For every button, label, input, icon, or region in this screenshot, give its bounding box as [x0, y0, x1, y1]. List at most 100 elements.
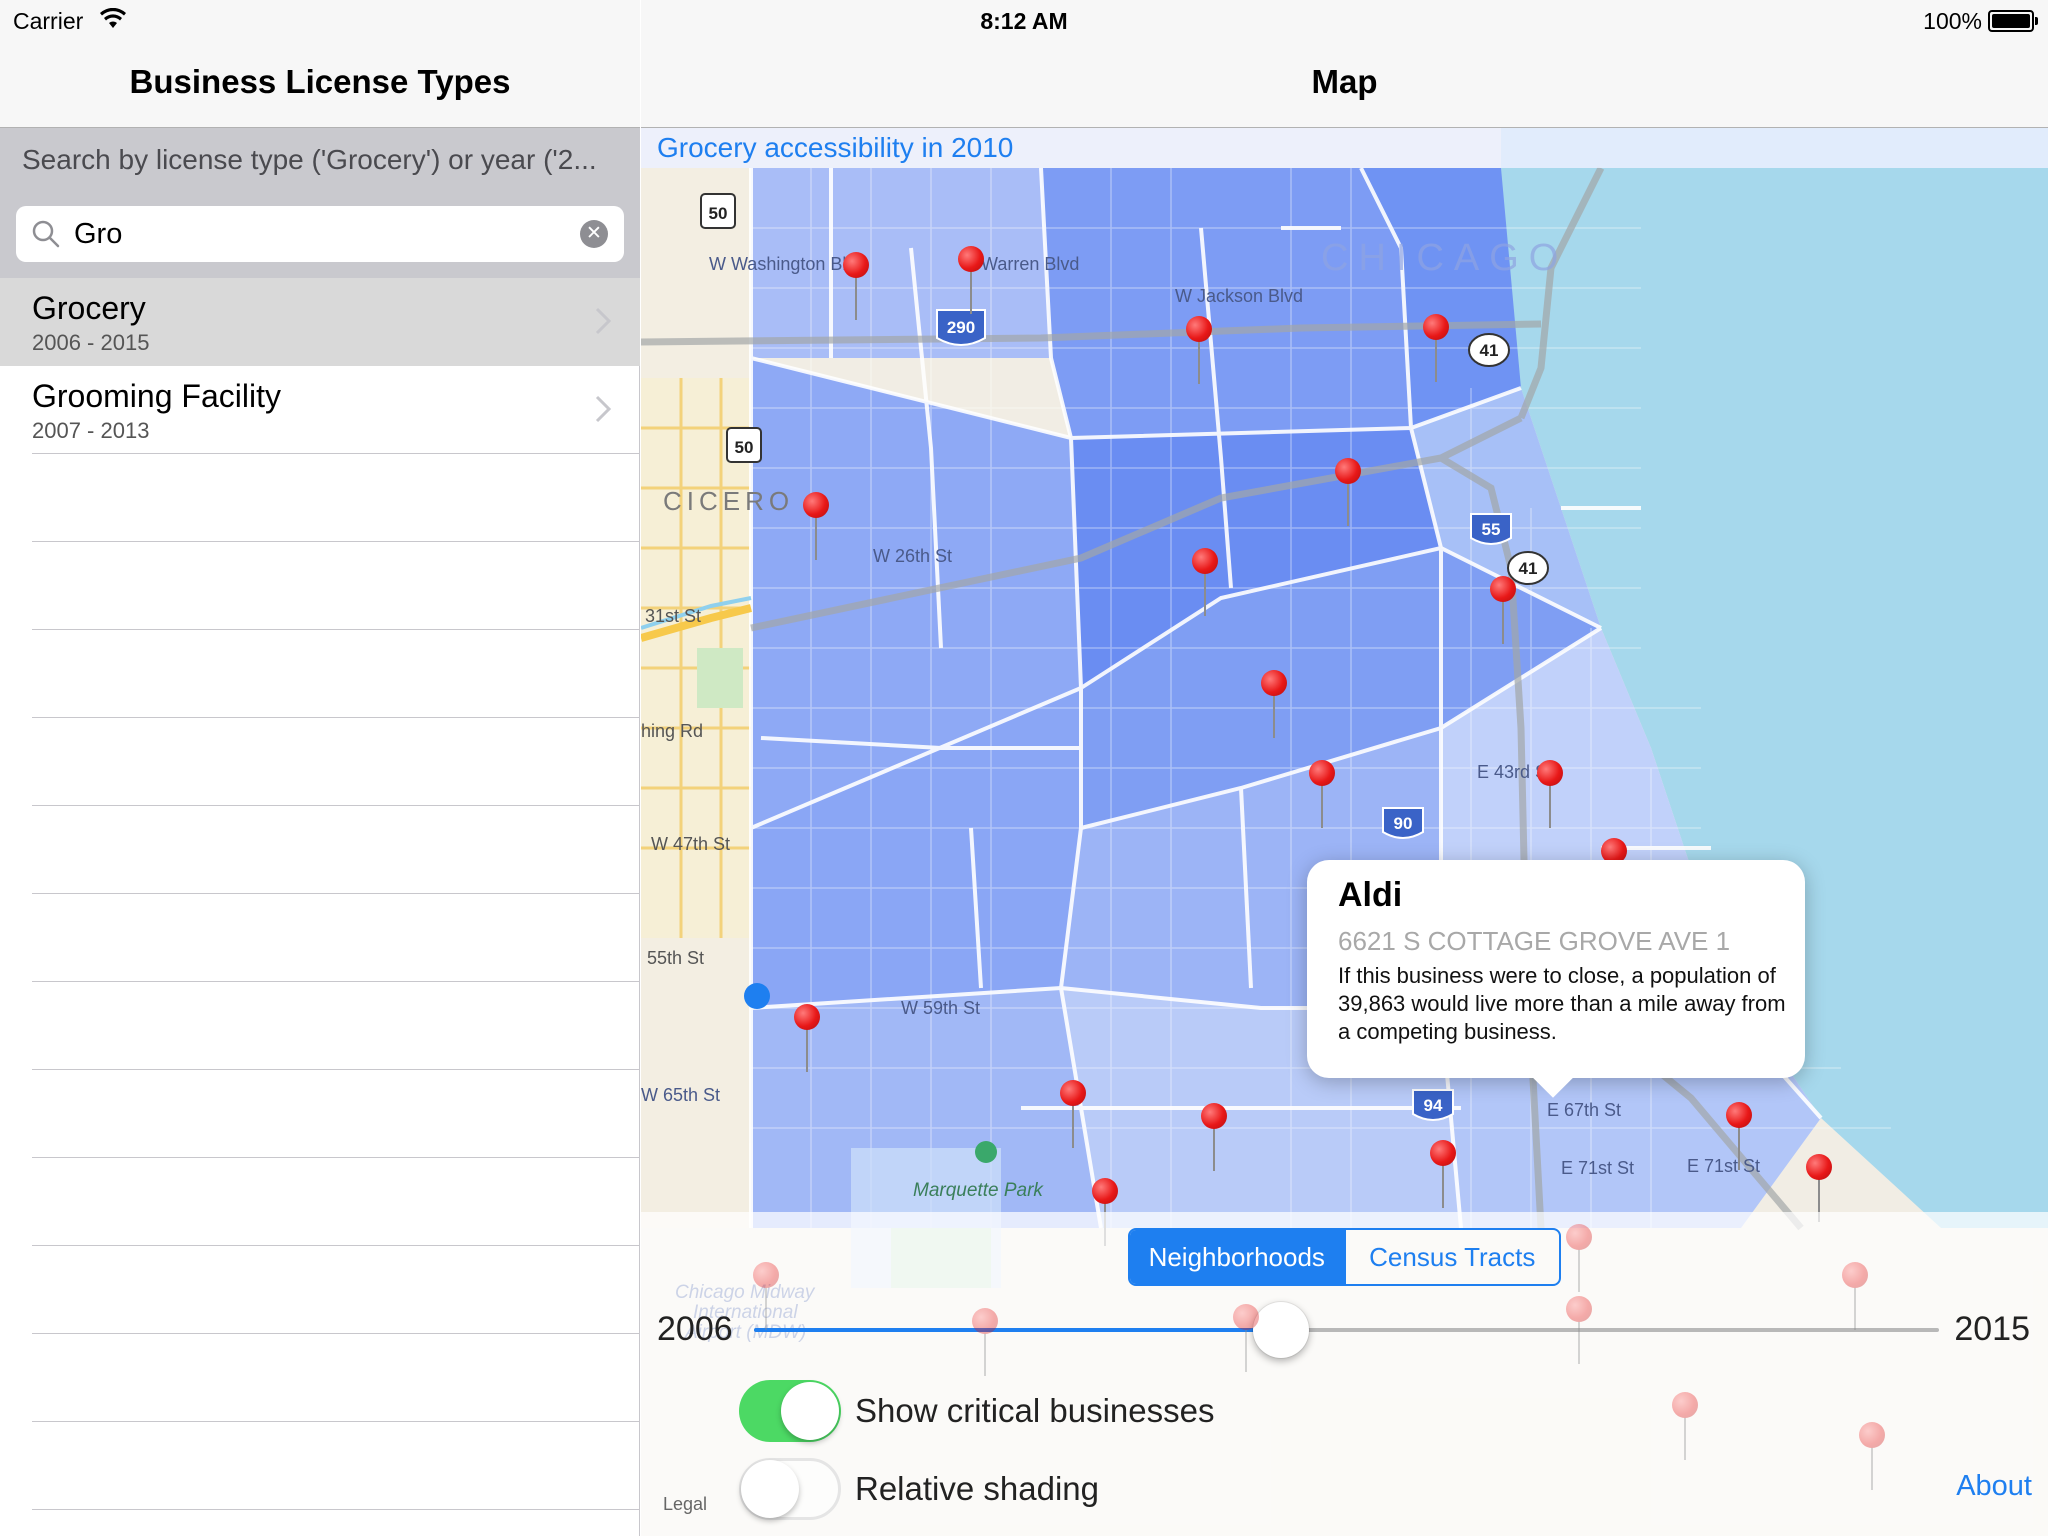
svg-text:41: 41 [1480, 341, 1499, 360]
business-pin[interactable] [1260, 670, 1288, 740]
list-item-title: Grooming Facility [32, 378, 281, 414]
segment-census-tracts[interactable]: Census Tracts [1343, 1230, 1560, 1284]
year-slider[interactable] [754, 1302, 1939, 1358]
slider-min-label: 2006 [657, 1310, 733, 1348]
business-callout[interactable]: Aldi 6621 S COTTAGE GROVE AVE 1 If this … [1307, 860, 1805, 1078]
map-view[interactable]: 50 50 290 55 90 94 41 41 CHICAGO CICERO … [641, 128, 2048, 1536]
license-type-list: Grocery 2006 - 2015 Grooming Facility 20… [0, 278, 640, 1536]
clock: 8:12 AM [980, 8, 1068, 34]
business-pin[interactable] [1422, 314, 1450, 384]
relative-shading-toggle[interactable] [739, 1458, 841, 1520]
empty-row [32, 1510, 640, 1536]
search-icon [32, 220, 60, 248]
business-pin[interactable] [1565, 1296, 1593, 1366]
empty-row [32, 542, 640, 630]
business-pin[interactable] [971, 1308, 999, 1378]
chevron-right-icon [595, 395, 612, 423]
svg-text:50: 50 [735, 438, 754, 457]
svg-text:E 67th St: E 67th St [1547, 1100, 1621, 1120]
svg-text:94: 94 [1424, 1096, 1443, 1115]
svg-text:W 47th St: W 47th St [651, 834, 730, 854]
business-pin[interactable] [1858, 1422, 1886, 1492]
callout-description: If this business were to close, a popula… [1338, 963, 1786, 1044]
callout-business-name: Aldi [1338, 876, 1403, 914]
business-pin[interactable] [793, 1004, 821, 1074]
status-bar: Carrier 8:12 AM 100% [0, 0, 2048, 40]
legal-link[interactable]: Legal [663, 1494, 707, 1515]
app-window: Carrier 8:12 AM 100% Business License Ty… [0, 0, 2048, 1536]
svg-text:55th St: 55th St [647, 948, 704, 968]
empty-row [32, 982, 640, 1070]
empty-row [32, 630, 640, 718]
business-pin[interactable] [842, 252, 870, 322]
business-pin[interactable] [802, 492, 830, 562]
map-caption: Grocery accessibility in 2010 [657, 132, 1014, 163]
svg-text:Warren Blvd: Warren Blvd [981, 254, 1079, 274]
empty-row [32, 1158, 640, 1246]
empty-row [32, 1422, 640, 1510]
detail-pane: Map 50 50 290 55 90 94 41 41 CHICAGO CIC… [641, 0, 2048, 1536]
slider-fill [754, 1328, 1281, 1332]
svg-text:E 71st St: E 71st St [1561, 1158, 1634, 1178]
business-pin[interactable] [1232, 1304, 1260, 1374]
highway-shield-50: 50 [709, 204, 728, 223]
chevron-right-icon [595, 307, 612, 335]
search-input[interactable] [74, 212, 544, 256]
empty-row [32, 718, 640, 806]
segment-neighborhoods[interactable]: Neighborhoods [1130, 1230, 1344, 1284]
list-item-title: Grocery [32, 290, 146, 326]
map-controls-panel: Neighborhoods Census Tracts 2006 2015 Sh… [641, 1212, 2048, 1536]
empty-row [32, 894, 640, 982]
master-title: Business License Types [129, 63, 511, 100]
list-item-years: 2006 - 2015 [32, 330, 150, 355]
slider-max-label: 2015 [1954, 1310, 2030, 1348]
search-prompt: Search by license type ('Grocery') or ye… [22, 144, 597, 175]
detail-title: Map [1311, 63, 1378, 100]
empty-row [32, 1334, 640, 1422]
search-field[interactable]: ✕ [16, 206, 624, 262]
clear-search-icon[interactable]: ✕ [580, 220, 608, 248]
svg-text:90: 90 [1394, 814, 1413, 833]
business-pin[interactable] [1671, 1392, 1699, 1462]
master-pane: Business License Types Search by license… [0, 0, 640, 1536]
business-pin[interactable] [1841, 1262, 1869, 1332]
business-pin[interactable] [1429, 1140, 1457, 1210]
business-pin[interactable] [1536, 760, 1564, 830]
business-pin[interactable] [1059, 1080, 1087, 1150]
business-pin[interactable] [1185, 316, 1213, 386]
list-item-grooming-facility[interactable]: Grooming Facility 2007 - 2013 [32, 366, 640, 454]
region-type-segmented-control[interactable]: Neighborhoods Census Tracts [1128, 1228, 1561, 1286]
relative-shading-label: Relative shading [855, 1470, 1099, 1507]
critical-businesses-toggle[interactable] [739, 1380, 841, 1442]
battery-icon [1988, 10, 2038, 32]
svg-text:hing Rd: hing Rd [641, 721, 703, 741]
svg-text:41: 41 [1519, 559, 1538, 578]
empty-row [32, 454, 640, 542]
list-item-grocery[interactable]: Grocery 2006 - 2015 [0, 278, 640, 366]
list-item-years: 2007 - 2013 [32, 418, 150, 443]
business-pin[interactable] [1191, 548, 1219, 618]
search-area: Search by license type ('Grocery') or ye… [0, 128, 640, 278]
svg-text:Marquette Park: Marquette Park [913, 1180, 1044, 1201]
critical-businesses-label: Show critical businesses [855, 1392, 1215, 1429]
business-pin[interactable] [957, 246, 985, 316]
svg-text:W 26th St: W 26th St [873, 546, 952, 566]
slider-thumb[interactable] [1252, 1302, 1309, 1358]
battery-percent: 100% [1923, 8, 1982, 34]
svg-text:55: 55 [1482, 520, 1501, 539]
svg-text:W 59th St: W 59th St [901, 998, 980, 1018]
svg-text:290: 290 [947, 318, 975, 337]
callout-address: 6621 S COTTAGE GROVE AVE 1 [1338, 926, 1731, 956]
business-pin[interactable] [752, 1262, 780, 1332]
city-label: CHICAGO [1321, 237, 1568, 279]
svg-text:W Jackson Blvd: W Jackson Blvd [1175, 286, 1303, 306]
empty-row [32, 806, 640, 894]
svg-text:W 65th St: W 65th St [641, 1085, 720, 1105]
business-pin[interactable] [1565, 1224, 1593, 1294]
business-pin[interactable] [1489, 576, 1517, 646]
business-pin[interactable] [1308, 760, 1336, 830]
business-pin[interactable] [1725, 1102, 1753, 1172]
business-pin[interactable] [1334, 458, 1362, 528]
about-link[interactable]: About [1956, 1470, 2032, 1503]
business-pin[interactable] [1200, 1103, 1228, 1173]
